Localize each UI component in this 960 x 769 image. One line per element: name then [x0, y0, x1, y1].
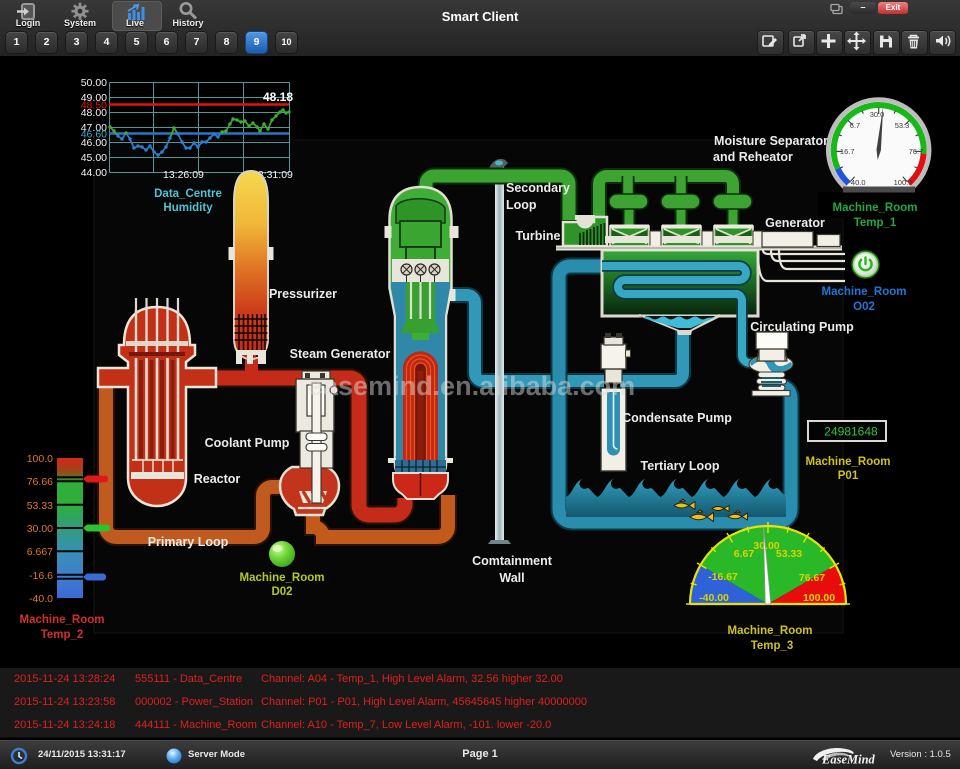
svg-text:48.18: 48.18 [263, 90, 293, 104]
svg-text:Primary Loop: Primary Loop [148, 535, 229, 549]
svg-text:76.7: 76.7 [909, 147, 924, 156]
svg-text:50.00: 50.00 [81, 77, 107, 89]
svg-text:53.33: 53.33 [776, 548, 802, 560]
svg-text:Machine_Room: Machine_Room [728, 625, 813, 637]
svg-text:-40.00: -40.00 [699, 592, 729, 604]
svg-text:76.66: 76.66 [27, 476, 53, 488]
svg-text:Machine_Room: Machine_Room [822, 286, 907, 298]
svg-text:Condensate Pump: Condensate Pump [622, 411, 732, 425]
svg-text:Reactor: Reactor [194, 472, 241, 486]
svg-text:EaseMind: EaseMind [821, 753, 876, 767]
svg-text:easemind.en.alibaba.com: easemind.en.alibaba.com [308, 371, 635, 401]
svg-text:Steam Generator: Steam Generator [290, 347, 391, 361]
svg-text:O02: O02 [853, 301, 875, 313]
svg-text:Tertiary Loop: Tertiary Loop [641, 459, 720, 473]
svg-text:Temp_1: Temp_1 [854, 217, 897, 229]
svg-text:76.67: 76.67 [799, 572, 825, 584]
svg-text:30.00: 30.00 [27, 523, 53, 535]
svg-text:Coolant Pump: Coolant Pump [205, 436, 290, 450]
svg-text:Data_Centre: Data_Centre [154, 188, 222, 200]
svg-text:-40.0: -40.0 [29, 593, 53, 605]
svg-text:D02: D02 [271, 586, 292, 598]
svg-text:-16.7: -16.7 [837, 147, 854, 156]
svg-text:-40.0: -40.0 [848, 178, 865, 187]
svg-text:Temp_3: Temp_3 [751, 640, 794, 652]
svg-text:24981648: 24981648 [824, 425, 878, 439]
svg-text:44.00: 44.00 [81, 167, 107, 179]
svg-text:P01: P01 [838, 470, 859, 482]
svg-text:Temp_2: Temp_2 [41, 629, 84, 641]
svg-text:-16.67: -16.67 [708, 571, 738, 583]
svg-text:53.3: 53.3 [895, 121, 910, 130]
svg-text:Loop: Loop [506, 198, 537, 212]
svg-text:13:26:09: 13:26:09 [163, 169, 204, 181]
svg-text:46.60: 46.60 [81, 129, 107, 141]
svg-text:100.00: 100.00 [803, 592, 835, 604]
svg-text:Machine_Room: Machine_Room [806, 456, 891, 468]
svg-text:Machine_Room: Machine_Room [833, 202, 918, 214]
svg-text:Humidity: Humidity [163, 202, 213, 214]
svg-text:-16.6: -16.6 [29, 570, 53, 582]
svg-text:48.50: 48.50 [81, 100, 107, 112]
svg-text:Circulating Pump: Circulating Pump [750, 320, 854, 334]
svg-text:and Reheator: and Reheator [713, 150, 793, 164]
svg-text:Wall: Wall [499, 571, 524, 585]
svg-text:Machine_Room: Machine_Room [240, 572, 325, 584]
svg-text:53.33: 53.33 [27, 500, 53, 512]
svg-text:Machine_Room: Machine_Room [20, 614, 105, 626]
svg-text:Secondary: Secondary [506, 181, 570, 195]
svg-text:6.67: 6.67 [734, 548, 755, 560]
svg-text:Pressurizer: Pressurizer [269, 287, 337, 301]
svg-text:45.00: 45.00 [81, 152, 107, 164]
svg-text:6.667: 6.667 [27, 546, 53, 558]
svg-text:Generator: Generator [765, 216, 825, 230]
svg-text:100.0: 100.0 [894, 178, 913, 187]
svg-text:6.7: 6.7 [850, 121, 860, 130]
svg-text:Comtainment: Comtainment [472, 554, 553, 568]
svg-text:100.0: 100.0 [27, 453, 53, 465]
svg-text:Turbine: Turbine [516, 229, 561, 243]
svg-text:Moisture Separator: Moisture Separator [714, 134, 828, 148]
